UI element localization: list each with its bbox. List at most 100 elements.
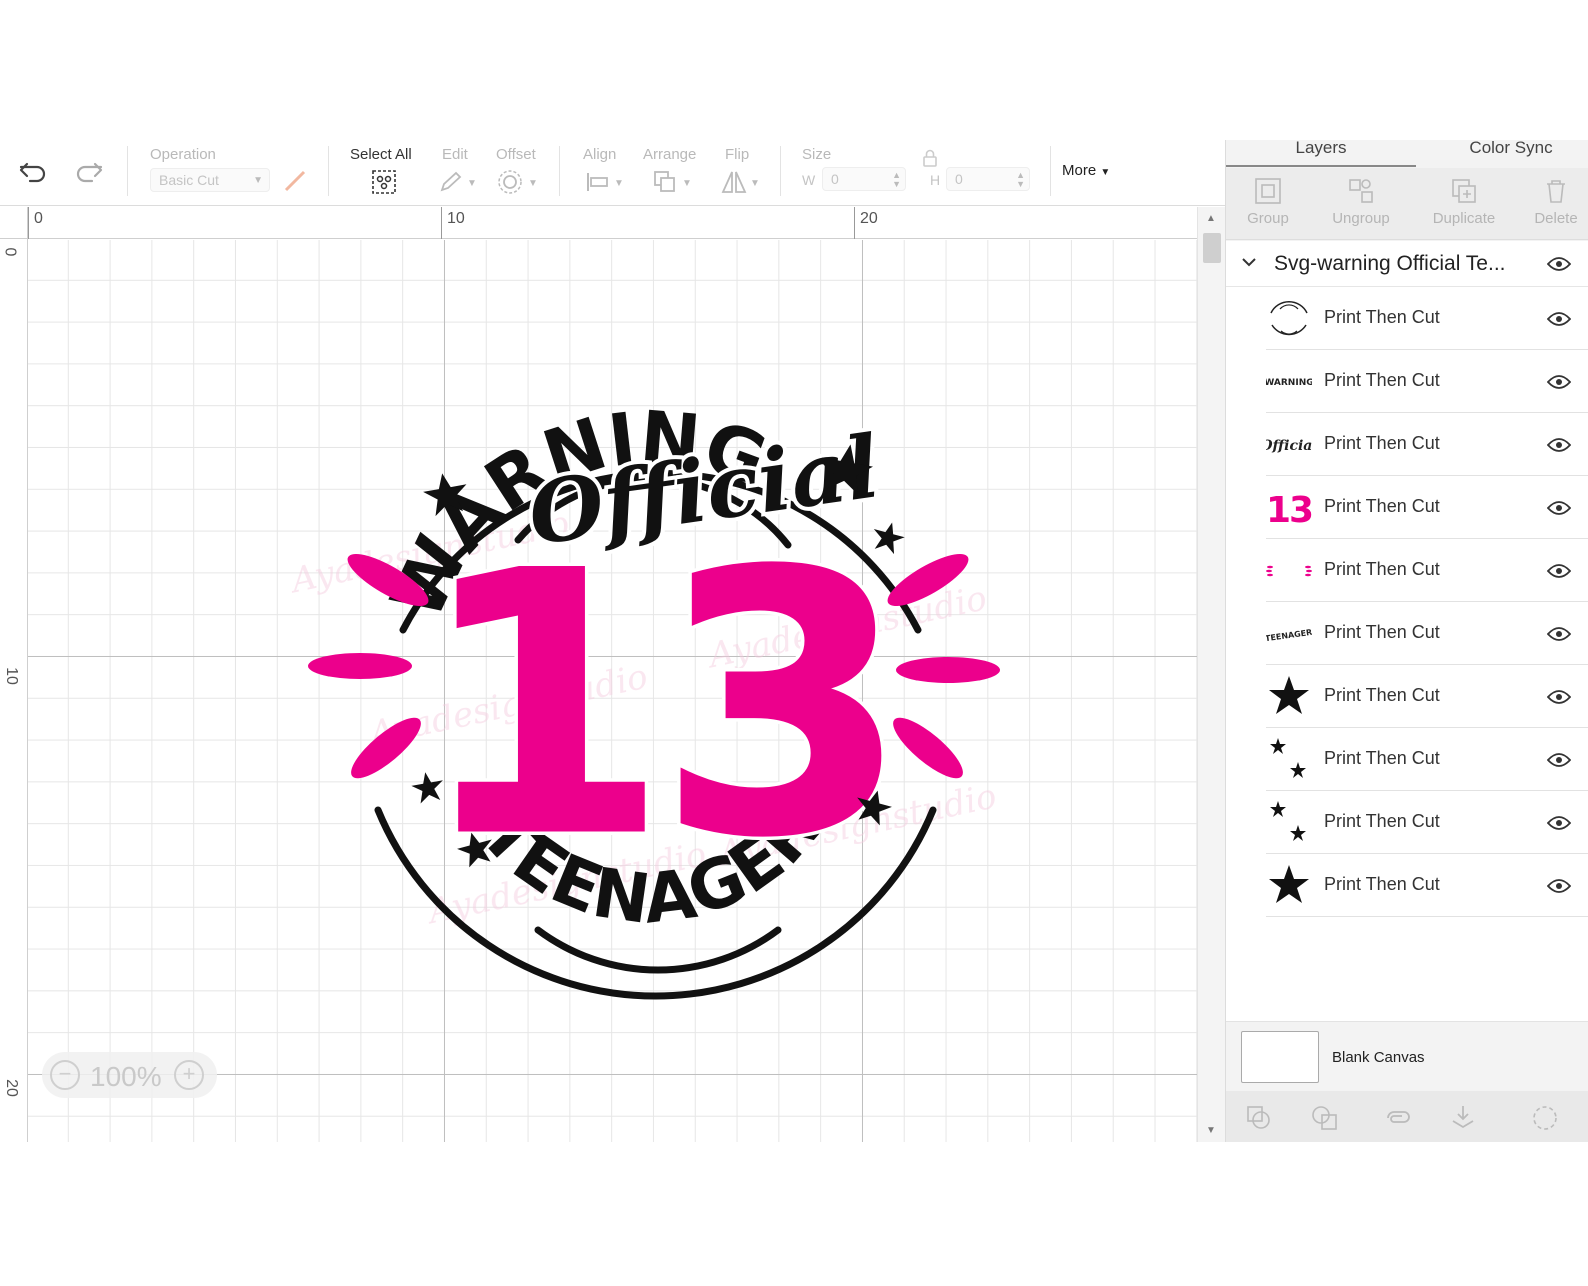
combine-icon[interactable] <box>1310 1103 1340 1133</box>
chevron-down-icon: ▼ <box>614 178 624 189</box>
eye-icon[interactable] <box>1547 878 1571 894</box>
number-13-outline: 13 <box>418 496 899 915</box>
canvas-grid[interactable]: Ayadesignstudio Ayadesignstudio Ayadesig… <box>28 240 1197 1142</box>
stepper-icon[interactable]: ▲ ▼ <box>1016 171 1025 189</box>
group-button[interactable]: Group <box>1228 176 1308 227</box>
duplicate-icon <box>1452 179 1476 203</box>
duplicate-button[interactable]: Duplicate <box>1424 176 1504 227</box>
zoom-control: − 100% + <box>42 1052 217 1098</box>
zoom-level: 100% <box>90 1061 162 1092</box>
zoom-out-button[interactable]: − <box>50 1060 80 1090</box>
delete-button[interactable]: Delete <box>1516 176 1588 227</box>
layer-row[interactable]: Print Then Cut <box>1266 287 1588 350</box>
align-icon[interactable] <box>584 170 612 194</box>
layer-row[interactable]: Print Then Cut <box>1266 854 1588 917</box>
height-input[interactable]: 0 ▲ ▼ <box>946 167 1030 191</box>
contour-icon[interactable] <box>1530 1103 1560 1133</box>
flip-label: Flip <box>725 146 750 163</box>
width-label: W <box>802 172 816 188</box>
group-name: Svg-warning Official Te... <box>1274 252 1506 275</box>
blank-canvas-row[interactable]: Blank Canvas <box>1226 1021 1588 1091</box>
align-label: Align <box>583 146 617 163</box>
eye-icon[interactable] <box>1547 626 1571 642</box>
flatten-icon[interactable] <box>1448 1103 1478 1133</box>
layer-actions: Group Ungroup Duplicate Delete <box>1226 168 1588 240</box>
arrange-icon[interactable] <box>652 169 678 195</box>
height-value: 0 <box>955 171 963 187</box>
eye-icon[interactable] <box>1547 815 1571 831</box>
operation-select[interactable]: Basic Cut ▼ <box>150 168 270 192</box>
operation-label: Operation <box>150 146 216 163</box>
select-all-icon[interactable] <box>370 168 398 196</box>
stepper-icon[interactable]: ▲ ▼ <box>892 171 901 189</box>
layer-label: Print Then Cut <box>1324 496 1440 516</box>
eye-icon[interactable] <box>1547 752 1571 768</box>
eye-icon[interactable] <box>1547 500 1571 516</box>
slice-icon[interactable] <box>1244 1103 1274 1133</box>
layer-row[interactable]: TEENAGER Print Then Cut <box>1265 602 1588 665</box>
flip-icon[interactable] <box>720 168 748 196</box>
layer-row[interactable]: Print Then Cut <box>1266 539 1588 602</box>
layer-row[interactable]: Print Then Cut <box>1266 728 1588 791</box>
svg-text:WARNING: WARNING <box>1266 378 1312 388</box>
edit-label: Edit <box>442 146 468 163</box>
layer-row[interactable]: Official Print Then Cut <box>1260 413 1588 476</box>
operation-value: Basic Cut <box>159 172 219 188</box>
scroll-up-icon[interactable]: ▲ <box>1206 213 1216 224</box>
eye-icon[interactable] <box>1547 563 1571 579</box>
layer-label: Print Then Cut <box>1324 748 1440 768</box>
canvas-area[interactable]: 0 10 20 0 10 20 Ayadesignstudio Ayadesig… <box>0 207 1197 1142</box>
star-icon <box>1266 862 1312 908</box>
tab-layers[interactable]: Layers <box>1226 139 1416 168</box>
toolbar-divider <box>127 146 128 196</box>
toolbar-divider <box>780 146 781 196</box>
circle-arc-icon <box>1266 295 1312 341</box>
pencil-icon[interactable] <box>438 170 464 194</box>
blank-canvas-swatch[interactable] <box>1241 1031 1319 1083</box>
ruler-tick-label: 10 <box>447 210 465 227</box>
layer-row[interactable]: 13 Print Then Cut <box>1266 476 1588 539</box>
scrollbar-thumb[interactable] <box>1203 233 1221 263</box>
layer-row[interactable]: Print Then Cut <box>1266 791 1588 854</box>
layer-group-row[interactable]: Svg-warning Official Te... <box>1226 241 1588 287</box>
chevron-down-icon[interactable] <box>1240 253 1258 271</box>
zoom-in-button[interactable]: + <box>174 1060 204 1090</box>
warning-text-icon: WARNING <box>1264 358 1313 404</box>
layers-panel: Layers Color Sync Group Ungroup Duplicat… <box>1225 139 1588 1142</box>
undo-icon[interactable] <box>18 160 48 184</box>
tab-color-sync[interactable]: Color Sync <box>1416 139 1588 168</box>
ruler-tick-label: 0 <box>34 210 43 227</box>
star-icon <box>1266 673 1312 719</box>
layer-label: Print Then Cut <box>1324 874 1440 894</box>
chevron-down-icon: ▼ <box>1100 167 1111 178</box>
ruler-corner <box>0 207 28 239</box>
eye-icon[interactable] <box>1547 374 1571 390</box>
width-input[interactable]: 0 ▲ ▼ <box>822 167 906 191</box>
offset-icon[interactable] <box>497 169 523 195</box>
group-icon <box>1255 178 1281 204</box>
ruler-tick-label: 0 <box>1 247 19 257</box>
pen-color-swatch-icon[interactable] <box>282 168 308 194</box>
design-artwork[interactable]: Ayadesignstudio Ayadesignstudio Ayadesig… <box>288 370 1028 1010</box>
eye-icon[interactable] <box>1547 311 1571 327</box>
layer-row[interactable]: Print Then Cut <box>1266 665 1588 728</box>
redo-icon[interactable] <box>74 160 104 184</box>
eye-icon[interactable] <box>1547 437 1571 453</box>
layer-row[interactable]: WARNING Print Then Cut <box>1264 350 1588 413</box>
size-label: Size <box>802 146 832 163</box>
layer-label: Print Then Cut <box>1324 811 1440 831</box>
pink-rays-icon <box>1266 547 1312 593</box>
lock-icon[interactable] <box>921 148 939 168</box>
more-button[interactable]: More ▼ <box>1062 162 1110 179</box>
scroll-down-icon[interactable]: ▼ <box>1206 1125 1216 1136</box>
attach-icon[interactable] <box>1382 1103 1412 1133</box>
layer-label: Print Then Cut <box>1324 622 1440 642</box>
chevron-down-icon: ▼ <box>750 178 760 189</box>
svg-text:Official: Official <box>1266 438 1312 454</box>
eye-icon[interactable] <box>1547 256 1571 272</box>
ungroup-button[interactable]: Ungroup <box>1321 176 1401 227</box>
layer-label: Print Then Cut <box>1324 559 1440 579</box>
layer-label: Print Then Cut <box>1324 433 1440 453</box>
canvas-scrollbar[interactable]: ▲ ▼ <box>1197 207 1225 1142</box>
eye-icon[interactable] <box>1547 689 1571 705</box>
